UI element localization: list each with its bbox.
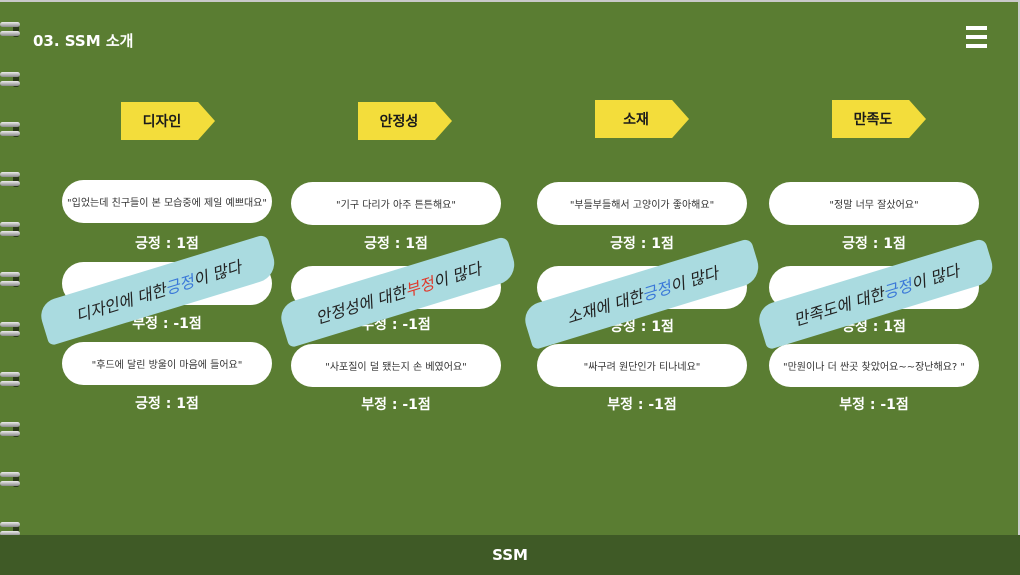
category-column-satisfaction: 만족도 "정말 너무 잘샀어요" 긍정 : 1점 긍정 : 1점 "만원이나 더… bbox=[754, 0, 1008, 535]
category-tag: 안정성 bbox=[358, 102, 452, 140]
review-score: 부정 : -1점 bbox=[839, 397, 909, 413]
category-tag: 소재 bbox=[595, 100, 689, 138]
footer-bar: SSM bbox=[0, 535, 1020, 575]
review-bubble: "입었는데 친구들이 본 모습중에 제일 예쁘대요" bbox=[62, 180, 272, 223]
review-score: 부정 : -1점 bbox=[361, 397, 431, 413]
binding-ring bbox=[0, 70, 22, 90]
review-bubble: "정말 너무 잘샀어요" bbox=[769, 182, 979, 225]
summary-text: 이 많다 bbox=[667, 263, 721, 296]
binding-ring bbox=[0, 20, 22, 40]
binding-ring bbox=[0, 320, 22, 340]
category-column-material: 소재 "부들부들해서 고양이가 좋아해요" 긍정 : 1점 긍정 : 1점 "싸… bbox=[520, 0, 776, 535]
category-tag: 디자인 bbox=[121, 102, 215, 140]
binding-ring bbox=[0, 470, 22, 490]
review-bubble: "부들부들해서 고양이가 좋아해요" bbox=[537, 182, 747, 225]
binding-ring bbox=[0, 420, 22, 440]
category-column-design: 디자인 "입었는데 친구들이 본 모습중에 제일 예쁘대요" 긍정 : 1점 부… bbox=[36, 0, 300, 535]
review-bubble: "사포질이 덜 됐는지 손 베였어요" bbox=[291, 344, 501, 387]
review-bubble: "기구 다리가 아주 튼튼해요" bbox=[291, 182, 501, 225]
binding-ring bbox=[0, 270, 22, 290]
review-score: 부정 : -1점 bbox=[607, 397, 677, 413]
binding-ring bbox=[0, 170, 22, 190]
summary-text: 이 많다 bbox=[430, 259, 484, 292]
category-column-stability: 안정성 "기구 다리가 아주 튼튼해요" 긍정 : 1점 부정 : -1점 "사… bbox=[276, 0, 530, 535]
summary-text: 이 많다 bbox=[190, 257, 244, 290]
review-bubble: "싸구려 원단인가 티나네요" bbox=[537, 344, 747, 387]
binding-ring bbox=[0, 120, 22, 140]
spiral-binding bbox=[0, 20, 22, 540]
binding-ring bbox=[0, 370, 22, 390]
summary-text: 이 많다 bbox=[908, 261, 962, 294]
category-tag: 만족도 bbox=[832, 100, 926, 138]
review-bubble: "후드에 달린 방울이 마음에 들어요" bbox=[62, 342, 272, 385]
review-score: 긍정 : 1점 bbox=[135, 396, 199, 412]
review-bubble: "만원이나 더 싼곳 찾았어요~~장난해요? " bbox=[769, 344, 979, 387]
footer-label: SSM bbox=[492, 546, 528, 564]
binding-ring bbox=[0, 220, 22, 240]
